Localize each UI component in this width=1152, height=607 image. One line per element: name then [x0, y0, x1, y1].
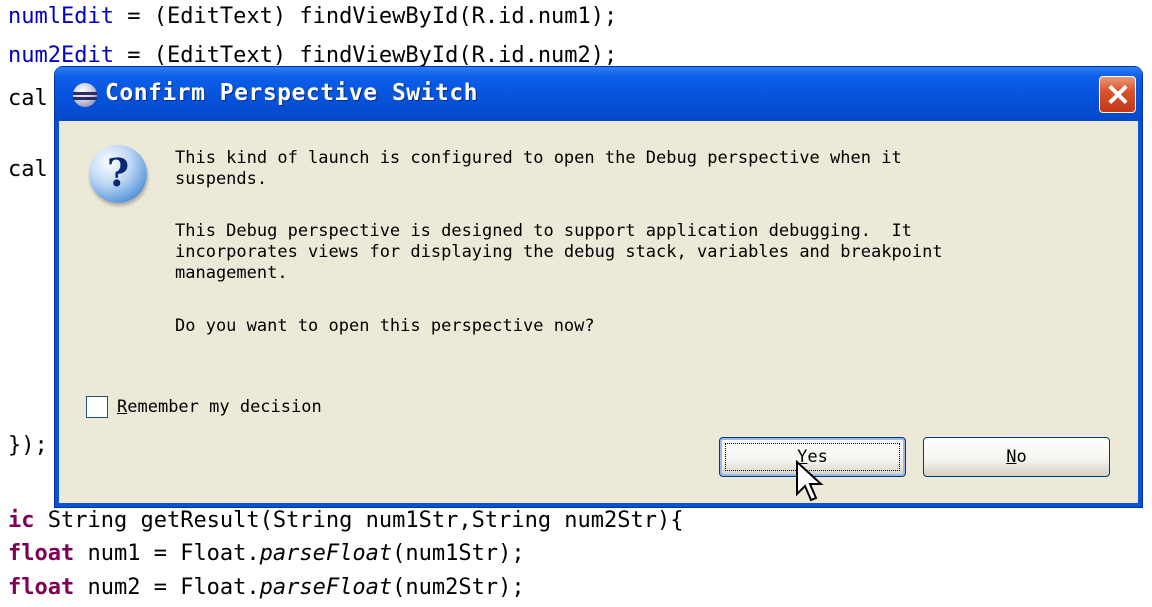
no-button[interactable]: No	[923, 437, 1110, 477]
dialog-body: ? This kind of launch is configured to o…	[59, 121, 1138, 503]
code-text: numlEdit	[8, 4, 114, 29]
code-line-3: cal	[8, 86, 48, 111]
code-line-6: ic String getResult(String num1Str,Strin…	[8, 508, 684, 534]
mouse-cursor-icon	[796, 460, 824, 502]
mnemonic: N	[1006, 447, 1017, 467]
code-line-2: num2Edit = (EditText) findViewById(R.id.…	[8, 43, 617, 69]
message-line: This Debug perspective is designed to su…	[175, 221, 912, 241]
code-line-1: numlEdit = (EditText) findViewById(R.id.…	[8, 4, 617, 30]
question-text: Do you want to open this perspective now…	[175, 316, 595, 336]
message-line: incorporates views for displaying the de…	[175, 242, 943, 262]
message-line: This kind of launch is configured to ope…	[175, 148, 902, 168]
question-icon: ?	[89, 145, 147, 203]
confirm-perspective-dialog: Confirm Perspective Switch ? This kind o…	[55, 67, 1142, 507]
code-text: String getResult(String num1Str,String n…	[34, 508, 684, 533]
dialog-title: Confirm Perspective Switch	[105, 80, 479, 106]
remember-checkbox-label[interactable]: Remember my decision	[117, 397, 322, 417]
code-line-8: float num2 = Float.parseFloat(num2Str);	[8, 575, 525, 601]
message-line: suspends.	[175, 169, 268, 189]
eclipse-icon	[73, 83, 97, 107]
code-text: num2 = Float.	[74, 575, 260, 600]
code-text: (num1Str);	[392, 541, 525, 566]
code-method: parseFloat	[259, 541, 393, 566]
code-text: num1 = Float.	[74, 541, 260, 566]
code-line-5: });	[8, 433, 48, 458]
code-text: (num2Str);	[392, 575, 525, 600]
code-line-4: cal	[8, 157, 48, 182]
label-text: emember my decision	[127, 397, 322, 417]
button-label: o	[1016, 447, 1027, 467]
message-line: management.	[175, 263, 288, 283]
close-button[interactable]	[1099, 76, 1136, 113]
code-text: = (EditText) findViewById(R.id.num2);	[113, 43, 618, 68]
dialog-titlebar[interactable]: Confirm Perspective Switch	[55, 67, 1142, 121]
code-line-7: float num1 = Float.parseFloat(num1Str);	[8, 541, 525, 567]
code-keyword: float	[8, 541, 75, 566]
code-text: num2Edit	[8, 43, 114, 68]
code-method: parseFloat	[259, 575, 393, 600]
mnemonic: R	[117, 397, 128, 417]
code-text: = (EditText) findViewById(R.id.num1);	[113, 4, 618, 29]
code-keyword: float	[8, 575, 75, 600]
code-keyword: ic	[8, 508, 35, 533]
remember-checkbox[interactable]	[86, 396, 108, 418]
